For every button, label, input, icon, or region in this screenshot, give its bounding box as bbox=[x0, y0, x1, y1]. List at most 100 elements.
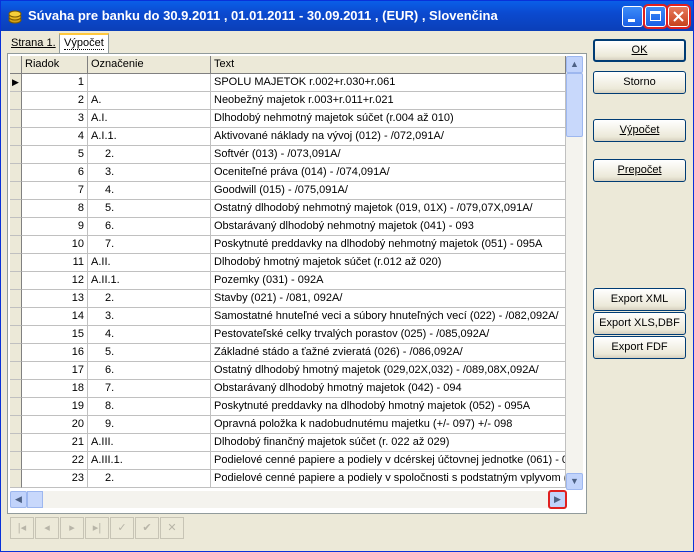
row-indicator[interactable] bbox=[10, 326, 22, 344]
cell-oznacenie[interactable]: 4. bbox=[88, 326, 211, 344]
table-row[interactable]: 8 5. Ostatný dlhodobý nehmotný majetok (01… bbox=[10, 200, 566, 218]
table-row[interactable]: 3 A.I. Dlhodobý nehmotný majetok súčet (r.… bbox=[10, 110, 566, 128]
cell-text[interactable]: Ostatný dlhodobý nehmotný majetok (019, … bbox=[211, 200, 566, 218]
row-indicator[interactable] bbox=[10, 308, 22, 326]
vertical-scroll-thumb[interactable] bbox=[566, 73, 583, 137]
cell-text[interactable]: Obstarávaný dlhodobý hmotný majetok (042… bbox=[211, 380, 566, 398]
horizontal-scrollbar[interactable]: ◀ ▶ bbox=[10, 490, 567, 509]
row-indicator[interactable] bbox=[10, 236, 22, 254]
cell-riadok[interactable]: 9 bbox=[22, 218, 88, 236]
row-indicator[interactable] bbox=[10, 164, 22, 182]
cell-text[interactable]: Opravná položka k nadobudnutému majetku … bbox=[211, 416, 566, 434]
table-row[interactable]: 20 9. Opravná položka k nadobudnutému maje… bbox=[10, 416, 566, 434]
table-row[interactable]: 9 6. Obstarávaný dlhodobý nehmotný majetok… bbox=[10, 218, 566, 236]
table-row[interactable]: 16 5. Základné stádo a ťažné zvieratá (026… bbox=[10, 344, 566, 362]
cell-oznacenie[interactable] bbox=[88, 74, 211, 92]
table-row[interactable]: 17 6. Ostatný dlhodobý hmotný majetok (029… bbox=[10, 362, 566, 380]
row-indicator[interactable] bbox=[10, 128, 22, 146]
cell-oznacenie[interactable]: A.II. bbox=[88, 254, 211, 272]
cell-oznacenie[interactable]: 2. bbox=[88, 290, 211, 308]
export-xls-dbf-button[interactable]: Export XLS,DBF bbox=[593, 312, 686, 335]
scroll-down-button[interactable]: ▼ bbox=[566, 473, 583, 490]
cell-riadok[interactable]: 23 bbox=[22, 470, 88, 488]
cell-oznacenie[interactable]: 7. bbox=[88, 236, 211, 254]
cell-riadok[interactable]: 12 bbox=[22, 272, 88, 290]
table-row[interactable]: 23 2. Podielové cenné papiere a podiely v … bbox=[10, 470, 566, 488]
cell-text[interactable]: Aktivované náklady na vývoj (012) - /072… bbox=[211, 128, 566, 146]
nav-first-button[interactable]: |◂ bbox=[10, 517, 34, 539]
nav-post-button[interactable]: ✔ bbox=[135, 517, 159, 539]
cell-oznacenie[interactable]: A.I.1. bbox=[88, 128, 211, 146]
cell-riadok[interactable]: 5 bbox=[22, 146, 88, 164]
table-row[interactable]: 10 7. Poskytnuté preddavky na dlhodobý neh… bbox=[10, 236, 566, 254]
cell-oznacenie[interactable]: 9. bbox=[88, 416, 211, 434]
cell-riadok[interactable]: 13 bbox=[22, 290, 88, 308]
export-xml-button[interactable]: Export XML bbox=[593, 288, 686, 311]
table-row[interactable]: 22 A.III.1. Podielové cenné papiere a podi… bbox=[10, 452, 566, 470]
storno-button[interactable]: Storno bbox=[593, 71, 686, 94]
data-grid[interactable]: Riadok Označenie Text ▶ 1 SPOLU MAJETOK r.… bbox=[10, 56, 566, 490]
ok-button[interactable]: OK bbox=[593, 39, 686, 62]
cell-oznacenie[interactable]: 6. bbox=[88, 218, 211, 236]
cell-riadok[interactable]: 20 bbox=[22, 416, 88, 434]
table-row[interactable]: 13 2. Stavby (021) - /081, 092A/ bbox=[10, 290, 566, 308]
cell-oznacenie[interactable]: A.I. bbox=[88, 110, 211, 128]
cell-text[interactable]: Základné stádo a ťažné zvieratá (026) - … bbox=[211, 344, 566, 362]
cell-riadok[interactable]: 4 bbox=[22, 128, 88, 146]
table-row[interactable]: 14 3. Samostatné hnuteľné veci a súbory hn… bbox=[10, 308, 566, 326]
row-indicator[interactable] bbox=[10, 434, 22, 452]
cell-text[interactable]: Poskytnuté preddavky na dlhodobý hmotný … bbox=[211, 398, 566, 416]
table-row[interactable]: 6 3. Oceniteľné práva (014) - /074,091A/ bbox=[10, 164, 566, 182]
cell-riadok[interactable]: 8 bbox=[22, 200, 88, 218]
cell-riadok[interactable]: 6 bbox=[22, 164, 88, 182]
cell-riadok[interactable]: 1 bbox=[22, 74, 88, 92]
cell-text[interactable]: Dlhodobý hmotný majetok súčet (r.012 až … bbox=[211, 254, 566, 272]
prepocet-button[interactable]: Prepočet bbox=[593, 159, 686, 182]
table-row[interactable]: 7 4. Goodwill (015) - /075,091A/ bbox=[10, 182, 566, 200]
cell-oznacenie[interactable]: A. bbox=[88, 92, 211, 110]
cell-riadok[interactable]: 14 bbox=[22, 308, 88, 326]
cell-oznacenie[interactable]: 5. bbox=[88, 200, 211, 218]
cell-riadok[interactable]: 16 bbox=[22, 344, 88, 362]
current-row-indicator[interactable]: ▶ bbox=[10, 74, 22, 92]
cell-oznacenie[interactable]: A.II.1. bbox=[88, 272, 211, 290]
row-indicator[interactable] bbox=[10, 362, 22, 380]
export-fdf-button[interactable]: Export FDF bbox=[593, 336, 686, 359]
nav-prior-button[interactable]: ◂ bbox=[35, 517, 59, 539]
cell-oznacenie[interactable]: 2. bbox=[88, 146, 211, 164]
table-row[interactable]: 21 A.III. Dlhodobý finančný majetok súčet … bbox=[10, 434, 566, 452]
cell-text[interactable]: Neobežný majetok r.003+r.011+r.021 bbox=[211, 92, 566, 110]
cell-text[interactable]: Dlhodobý nehmotný majetok súčet (r.004 a… bbox=[211, 110, 566, 128]
table-row[interactable]: ▶ 1 SPOLU MAJETOK r.002+r.030+r.061 bbox=[10, 74, 566, 92]
tab-vypocet[interactable]: Výpočet bbox=[59, 33, 109, 54]
cell-text[interactable]: Podielové cenné papiere a podiely v spol… bbox=[211, 470, 566, 488]
vertical-scrollbar[interactable]: ▲ ▼ bbox=[566, 56, 583, 490]
vypocet-button[interactable]: Výpočet bbox=[593, 119, 686, 142]
cell-oznacenie[interactable]: 2. bbox=[88, 470, 211, 488]
column-header-text[interactable]: Text bbox=[211, 56, 566, 73]
column-header-riadok[interactable]: Riadok bbox=[22, 56, 88, 73]
row-indicator[interactable] bbox=[10, 254, 22, 272]
cell-oznacenie[interactable]: 4. bbox=[88, 182, 211, 200]
table-row[interactable]: 19 8. Poskytnuté preddavky na dlhodobý hmo… bbox=[10, 398, 566, 416]
cell-riadok[interactable]: 7 bbox=[22, 182, 88, 200]
table-row[interactable]: 11 A.II. Dlhodobý hmotný majetok súčet (r.… bbox=[10, 254, 566, 272]
cell-oznacenie[interactable]: 7. bbox=[88, 380, 211, 398]
cell-riadok[interactable]: 19 bbox=[22, 398, 88, 416]
cell-riadok[interactable]: 17 bbox=[22, 362, 88, 380]
row-indicator[interactable] bbox=[10, 398, 22, 416]
cell-oznacenie[interactable]: 3. bbox=[88, 164, 211, 182]
cell-text[interactable]: SPOLU MAJETOK r.002+r.030+r.061 bbox=[211, 74, 566, 92]
cell-text[interactable]: Oceniteľné práva (014) - /074,091A/ bbox=[211, 164, 566, 182]
table-row[interactable]: 2 A. Neobežný majetok r.003+r.011+r.021 bbox=[10, 92, 566, 110]
cell-text[interactable]: Samostatné hnuteľné veci a súbory hnuteľ… bbox=[211, 308, 566, 326]
row-indicator[interactable] bbox=[10, 110, 22, 128]
cell-oznacenie[interactable]: 5. bbox=[88, 344, 211, 362]
minimize-button[interactable] bbox=[622, 6, 643, 27]
scroll-left-button[interactable]: ◀ bbox=[10, 491, 27, 508]
tab-strana-1[interactable]: Strana 1. bbox=[7, 35, 60, 51]
cell-riadok[interactable]: 21 bbox=[22, 434, 88, 452]
cell-riadok[interactable]: 22 bbox=[22, 452, 88, 470]
row-indicator[interactable] bbox=[10, 416, 22, 434]
table-row[interactable]: 15 4. Pestovateľské celky trvalých porasto… bbox=[10, 326, 566, 344]
